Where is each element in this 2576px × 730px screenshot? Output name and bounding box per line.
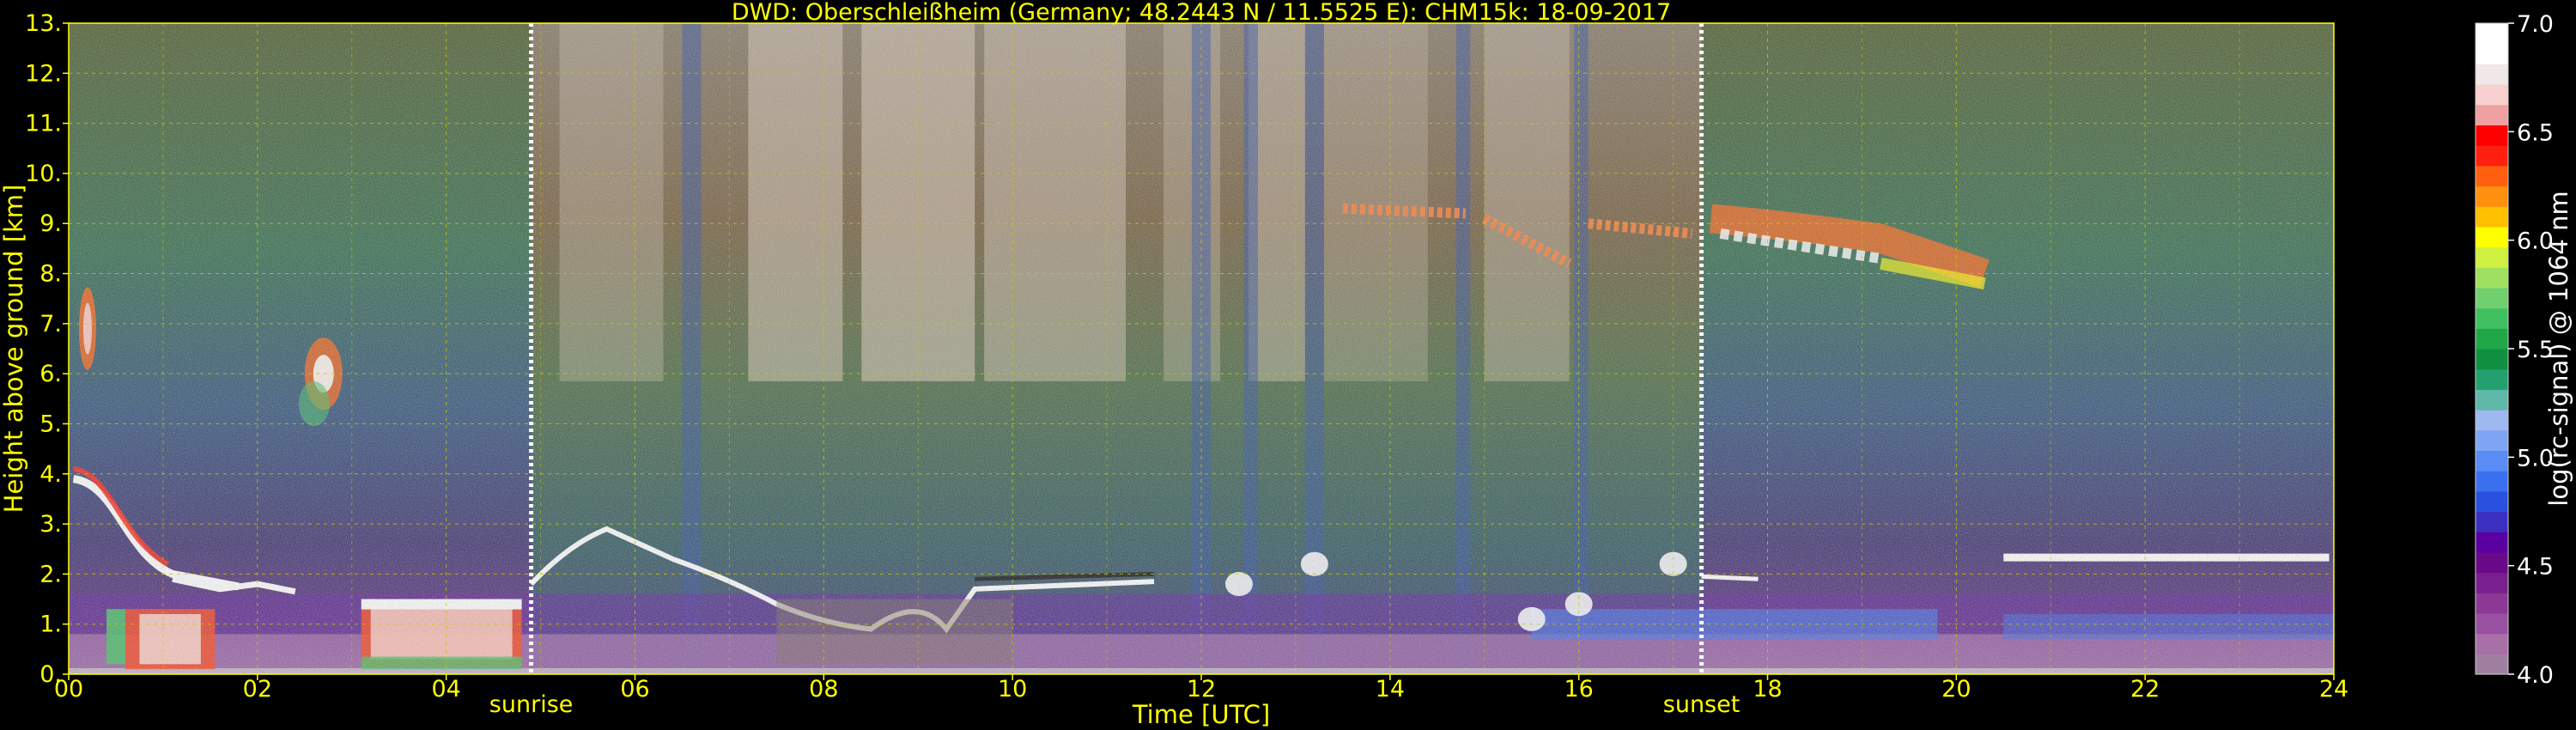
colorbar-swatches (2476, 23, 2508, 675)
y-tick-label: 7. (39, 311, 62, 338)
colorbar-swatch (2476, 206, 2508, 228)
colorbar-label: log(rc-signal) @ 1064 nm (2544, 191, 2573, 506)
chart-title: DWD: Oberschleißheim (Germany; 48.2443 N… (732, 0, 1671, 26)
x-tick-label: 22 (2130, 676, 2160, 703)
colorbar-swatch (2476, 328, 2508, 350)
y-tick-label: 9. (39, 210, 62, 237)
y-tick-label: 1. (39, 611, 62, 638)
y-tick-label: 8. (39, 261, 62, 288)
x-tick-label: 14 (1376, 676, 1405, 703)
colorbar-tick-label: 6.5 (2517, 119, 2554, 146)
colorbar-swatch (2476, 572, 2508, 593)
colorbar-swatch (2476, 490, 2508, 513)
colorbar-swatch (2476, 429, 2508, 452)
colorbar-swatch (2476, 633, 2508, 654)
colorbar-swatch (2476, 551, 2508, 574)
colorbar-swatch (2476, 43, 2508, 64)
colorbar: 4.04.55.05.56.06.57.0 log(rc-signal) @ 1… (2475, 11, 2573, 689)
colorbar-swatch (2476, 165, 2508, 187)
y-tick-label: 4. (39, 461, 62, 488)
y-tick-label: 10. (25, 161, 62, 187)
colorbar-swatch (2476, 125, 2508, 146)
x-tick-label: 10 (998, 676, 1027, 703)
y-tick-label: 12. (25, 60, 62, 87)
x-tick-label: 02 (243, 676, 272, 703)
x-tick-label: 12 (1187, 676, 1216, 703)
event-label: sunset (1663, 691, 1741, 718)
y-axis: 0.1.2.3.4.5.6.7.8.9.10.11.12.13. (25, 10, 69, 688)
x-axis: 00 02 04 06 08 10 12 14 16 18 20 22 24 (54, 674, 2348, 703)
x-tick-label: 20 (1941, 676, 1971, 703)
colorbar-swatch (2476, 186, 2508, 207)
y-tick-label: 2. (39, 561, 62, 587)
y-tick-label: 11. (25, 111, 62, 137)
colorbar-swatch (2476, 64, 2508, 85)
colorbar-swatch (2476, 23, 2508, 45)
colorbar-swatch (2476, 246, 2508, 268)
colorbar-swatch (2476, 84, 2508, 106)
x-tick-label: 06 (620, 676, 649, 703)
colorbar-swatch (2476, 389, 2508, 411)
y-tick-label: 13. (25, 10, 62, 37)
colorbar-swatch (2476, 410, 2508, 431)
colorbar-tick-label: 4.0 (2517, 662, 2554, 689)
colorbar-swatch (2476, 145, 2508, 167)
colorbar-swatch (2476, 532, 2508, 553)
x-tick-label: 08 (809, 676, 838, 703)
colorbar-swatch (2476, 349, 2508, 370)
colorbar-swatch (2476, 450, 2508, 471)
y-tick-label: 6. (39, 361, 62, 387)
y-tick-label: 3. (39, 511, 62, 538)
event-label: sunrise (489, 691, 574, 718)
colorbar-swatch (2476, 368, 2508, 390)
colorbar-swatch (2476, 593, 2508, 614)
colorbar-swatch (2476, 104, 2508, 126)
y-axis-label: Height above ground [km] (0, 185, 28, 514)
colorbar-swatch (2476, 267, 2508, 289)
colorbar-swatch (2476, 226, 2508, 248)
colorbar-swatch (2476, 287, 2508, 309)
y-tick-label: 5. (39, 411, 62, 437)
x-tick-label: 18 (1753, 676, 1782, 703)
colorbar-swatch (2476, 612, 2508, 635)
x-tick-label: 24 (2319, 676, 2348, 703)
x-tick-label: 00 (54, 676, 83, 703)
colorbar-tick-label: 7.0 (2517, 11, 2554, 38)
colorbar-tick-label: 4.5 (2517, 554, 2554, 581)
colorbar-swatch (2476, 511, 2508, 532)
colorbar-swatch (2476, 654, 2508, 675)
x-tick-label: 04 (431, 676, 460, 703)
colorbar-swatch (2476, 307, 2508, 329)
colorbar-swatch (2476, 471, 2508, 492)
x-axis-label: Time [UTC] (1132, 700, 1270, 729)
ceilometer-chart: sunrise sunset 0.1.2.3.4.5.6.7.8.9.10.11.… (0, 0, 2573, 729)
x-tick-label: 16 (1564, 676, 1593, 703)
